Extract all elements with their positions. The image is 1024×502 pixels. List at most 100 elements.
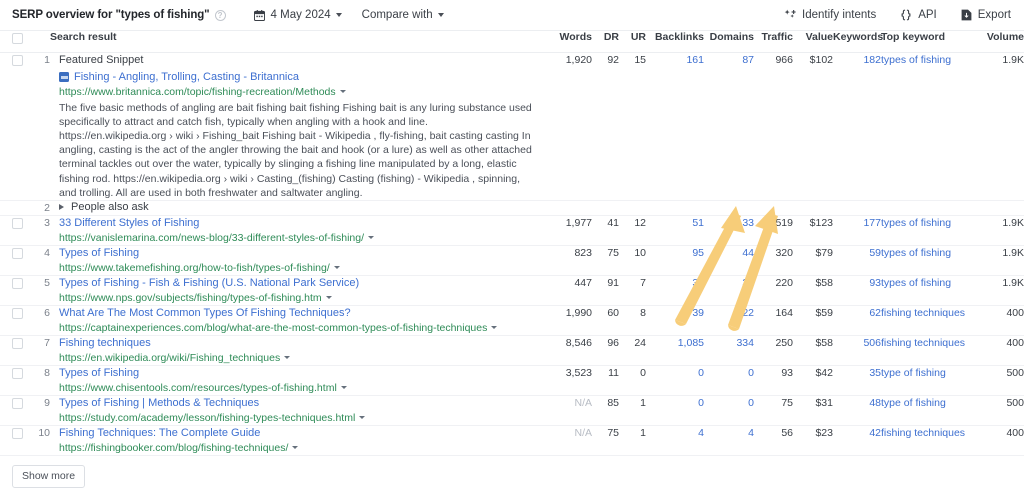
cell-keywords[interactable]: 59 xyxy=(833,245,881,275)
result-cell: Fishing techniqueshttps://en.wikipedia.o… xyxy=(50,335,550,365)
cell-domains[interactable]: 0 xyxy=(704,365,754,395)
identify-intents-button[interactable]: Identify intents xyxy=(784,9,876,21)
chevron-down-icon[interactable] xyxy=(326,296,332,299)
chevron-down-icon[interactable] xyxy=(292,446,298,449)
export-button[interactable]: Export xyxy=(961,9,1011,21)
column-header-value[interactable]: Value xyxy=(793,31,833,52)
cell-top-keyword[interactable]: types of fishing xyxy=(881,52,985,200)
cell-keywords[interactable]: 182 xyxy=(833,52,881,200)
cell-top-keyword[interactable]: fishing techniques xyxy=(881,425,985,455)
result-url-link[interactable]: https://study.com/academy/lesson/fishing… xyxy=(59,411,355,425)
cell-keywords[interactable]: 35 xyxy=(833,365,881,395)
column-header-words[interactable]: Words xyxy=(550,31,592,52)
result-title-link[interactable]: Types of Fishing xyxy=(59,366,139,381)
cell-domains[interactable]: 334 xyxy=(704,335,754,365)
row-checkbox[interactable] xyxy=(12,308,23,319)
cell-keywords[interactable]: 42 xyxy=(833,425,881,455)
chevron-down-icon[interactable] xyxy=(284,356,290,359)
chevron-down-icon[interactable] xyxy=(368,236,374,239)
date-picker[interactable]: 4 May 2024 xyxy=(254,9,342,21)
column-header-search-result[interactable]: Search result xyxy=(50,31,550,52)
cell-top-keyword[interactable]: fishing techniques xyxy=(881,305,985,335)
result-url-link[interactable]: https://www.nps.gov/subjects/fishing/typ… xyxy=(59,291,322,305)
result-url-link[interactable]: https://www.britannica.com/topic/fishing… xyxy=(59,85,336,99)
result-url-link[interactable]: https://en.wikipedia.org/wiki/Fishing_te… xyxy=(59,351,280,365)
cell-keywords[interactable]: 177 xyxy=(833,215,881,245)
cell-backlinks[interactable]: 51 xyxy=(646,215,704,245)
cell-backlinks[interactable]: 4 xyxy=(646,425,704,455)
cell-keywords[interactable]: 48 xyxy=(833,395,881,425)
select-all-checkbox[interactable] xyxy=(12,33,23,44)
show-more-button[interactable]: Show more xyxy=(12,465,85,488)
cell-backlinks[interactable]: 95 xyxy=(646,245,704,275)
column-header-traffic[interactable]: Traffic xyxy=(754,31,793,52)
result-title-link[interactable]: Fishing - Angling, Trolling, Casting - B… xyxy=(74,70,299,85)
cell-dr: 41 xyxy=(592,215,619,245)
result-title-link[interactable]: Fishing techniques xyxy=(59,336,151,351)
cell-keywords[interactable]: 506 xyxy=(833,335,881,365)
result-title-link[interactable]: What Are The Most Common Types Of Fishin… xyxy=(59,306,351,321)
column-header-top-keyword[interactable]: Top keyword xyxy=(881,31,985,52)
cell-domains[interactable]: 0 xyxy=(704,395,754,425)
result-url-link[interactable]: https://vanislemarina.com/news-blog/33-d… xyxy=(59,231,364,245)
cell-top-keyword[interactable]: types of fishing xyxy=(881,245,985,275)
cell-domains[interactable]: 31 xyxy=(704,275,754,305)
people-also-ask-row: 2People also ask xyxy=(0,200,1024,215)
compare-with-dropdown[interactable]: Compare with xyxy=(362,9,444,21)
cell-keywords[interactable]: 62 xyxy=(833,305,881,335)
chevron-down-icon[interactable] xyxy=(341,386,347,389)
cell-top-keyword[interactable]: types of fishing xyxy=(881,215,985,245)
row-checkbox[interactable] xyxy=(12,398,23,409)
column-header-dr[interactable]: DR xyxy=(592,31,619,52)
help-circle-icon[interactable]: ? xyxy=(215,10,226,21)
cell-keywords[interactable]: 93 xyxy=(833,275,881,305)
cell-backlinks[interactable]: 0 xyxy=(646,395,704,425)
cell-backlinks[interactable]: 0 xyxy=(646,365,704,395)
cell-dr: 75 xyxy=(592,425,619,455)
result-title-link[interactable]: 33 Different Styles of Fishing xyxy=(59,216,199,231)
chevron-down-icon[interactable] xyxy=(340,90,346,93)
column-header-ur[interactable]: UR xyxy=(619,31,646,52)
row-checkbox[interactable] xyxy=(12,55,23,66)
cell-backlinks[interactable]: 161 xyxy=(646,52,704,200)
result-title-link[interactable]: Fishing Techniques: The Complete Guide xyxy=(59,426,260,441)
result-cell: Fishing Techniques: The Complete Guideht… xyxy=(50,425,550,455)
cell-top-keyword[interactable]: fishing techniques xyxy=(881,335,985,365)
expand-triangle-icon[interactable] xyxy=(59,204,64,210)
cell-domains[interactable]: 44 xyxy=(704,245,754,275)
cell-backlinks[interactable]: 1,085 xyxy=(646,335,704,365)
export-document-icon xyxy=(961,9,972,21)
result-url-link[interactable]: https://www.takemefishing.org/how-to-fis… xyxy=(59,261,330,275)
cell-top-keyword[interactable]: type of fishing xyxy=(881,365,985,395)
cell-domains[interactable]: 87 xyxy=(704,52,754,200)
column-header-domains[interactable]: Domains xyxy=(704,31,754,52)
row-checkbox[interactable] xyxy=(12,278,23,289)
result-title-link[interactable]: Types of Fishing - Fish & Fishing (U.S. … xyxy=(59,276,359,291)
cell-backlinks[interactable]: 39 xyxy=(646,305,704,335)
cell-top-keyword[interactable]: type of fishing xyxy=(881,395,985,425)
result-url-link[interactable]: https://captainexperiences.com/blog/what… xyxy=(59,321,487,335)
row-checkbox[interactable] xyxy=(12,338,23,349)
cell-domains[interactable]: 22 xyxy=(704,305,754,335)
result-title-link[interactable]: Types of Fishing xyxy=(59,246,139,261)
cell-dr: 85 xyxy=(592,395,619,425)
result-url-link[interactable]: https://www.chisentools.com/resources/ty… xyxy=(59,381,337,395)
row-checkbox[interactable] xyxy=(12,248,23,259)
chevron-down-icon[interactable] xyxy=(334,266,340,269)
result-url-link[interactable]: https://fishingbooker.com/blog/fishing-t… xyxy=(59,441,288,455)
chevron-down-icon[interactable] xyxy=(491,326,497,329)
cell-domains[interactable]: 33 xyxy=(704,215,754,245)
column-header-keywords[interactable]: Keywords xyxy=(833,31,881,52)
row-checkbox[interactable] xyxy=(12,368,23,379)
chevron-down-icon[interactable] xyxy=(359,416,365,419)
cell-words: 823 xyxy=(550,245,592,275)
row-checkbox[interactable] xyxy=(12,218,23,229)
column-header-backlinks[interactable]: Backlinks xyxy=(646,31,704,52)
column-header-volume[interactable]: Volume xyxy=(985,31,1024,52)
cell-top-keyword[interactable]: types of fishing xyxy=(881,275,985,305)
cell-domains[interactable]: 4 xyxy=(704,425,754,455)
result-title-link[interactable]: Types of Fishing | Methods & Techniques xyxy=(59,396,259,411)
cell-backlinks[interactable]: 37 xyxy=(646,275,704,305)
api-button[interactable]: API xyxy=(900,9,937,21)
row-checkbox[interactable] xyxy=(12,428,23,439)
